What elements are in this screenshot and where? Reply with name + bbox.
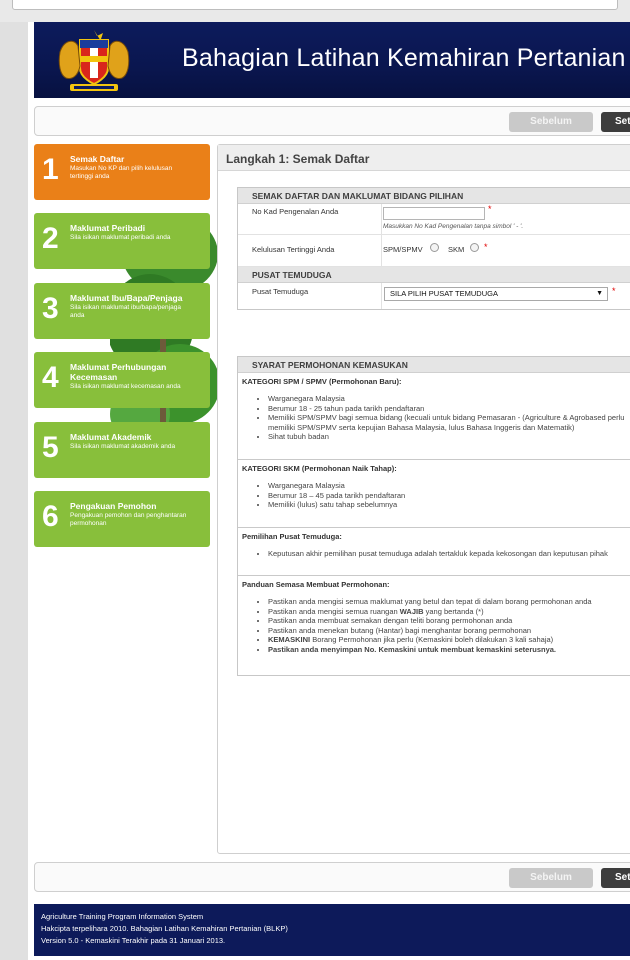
required-mark: * [488,204,492,214]
selected-option: SILA PILIH PUSAT TEMUDUGA [390,289,498,298]
list-text: Borang Permohonan jika perlu (Kemaskini … [312,635,554,644]
address-box[interactable] [12,0,618,10]
block-title: Pemilihan Pusat Temuduga: [242,532,342,541]
list-item: Warganegara Malaysia [268,481,630,491]
left-margin [0,22,28,960]
site-title: Bahagian Latihan Kemahiran Pertanian [182,44,626,72]
spm-radio[interactable] [430,243,439,252]
next-button[interactable]: Seterusnya [601,112,630,132]
step-title: Semak Daftar [70,154,125,164]
step-description: Sila isikan maklumat ibu/bapa/penjaga an… [70,304,181,319]
footer-line: Agriculture Training Program Information… [41,912,204,921]
list-item: Pastikan anda membuat semakan dengan tel… [268,616,630,626]
pusat-block: Pemilihan Pusat Temuduga: Keputusan akhi… [238,528,630,576]
skm-category-block: KATEGORI SKM (Permohonan Naik Tahap): Wa… [238,460,630,528]
list-item: Berumur 18 – 45 pada tarikh pendaftaran [268,491,630,501]
list-item: Pastikan anda mengisi semua maklumat yan… [268,597,630,607]
next-button[interactable]: Seterusnya [601,868,630,888]
step-title: Pengakuan Pemohon [70,501,157,511]
registration-form-panel: SEMAK DAFTAR DAN MAKLUMAT BIDANG PILIHAN… [237,187,630,310]
kelulusan-label: Kelulusan Tertinggi Anda [252,245,335,254]
pusat-value-cell: SILA PILIH PUSAT TEMUDUGA ▼ * [381,283,616,309]
list-item: Memiliki SPM/SPMV bagi semua bidang (kec… [268,413,630,432]
content-header: Langkah 1: Semak Daftar [218,145,630,171]
step-description: Pengakuan pemohon dan penghantaran permo… [70,512,187,527]
required-mark: * [484,242,488,252]
footer-line: Hakcipta terpelihara 2010. Bahagian Lati… [41,924,288,933]
section-heading: SEMAK DAFTAR DAN MAKLUMAT BIDANG PILIHAN [238,188,630,204]
previous-button[interactable]: Sebelum [509,868,593,888]
step-number: 3 [42,292,59,325]
page: Bahagian Latihan Kemahiran Pertanian Seb… [28,22,630,960]
required-mark: * [612,286,616,296]
step-description: Masukan No KP dan pilih kelulusan tertin… [70,165,173,180]
kelulusan-value-cell: SPM/SPMV SKM * [381,235,488,266]
pusat-row: Pusat Temuduga SILA PILIH PUSAT TEMUDUGA… [238,283,630,309]
nokp-input[interactable] [383,207,485,220]
list-item: Pastikan anda menyimpan No. Kemaskini un… [268,645,630,655]
page-title: Langkah 1: Semak Daftar [226,152,370,166]
section-heading: SYARAT PERMOHONAN KEMASUKAN [238,357,630,373]
footer-line: Version 5.0 - Kemaskini Terakhir pada 31… [41,936,226,945]
previous-button[interactable]: Sebelum [509,112,593,132]
step-title: Maklumat Perhubungan Kecemasan [70,362,167,382]
step-title: Maklumat Akademik [70,432,152,442]
browser-top-bar [0,0,630,22]
nokp-value-cell: * Masukkan No Kad Pengenalan tanpa simbo… [381,204,523,234]
step-semak-daftar[interactable]: 1 Semak Daftar Masukan No KP dan pilih k… [34,144,210,200]
step-description: Sila isikan maklumat peribadi anda [70,234,171,241]
list-item: Memiliki (lulus) satu tahap sebelumnya [268,500,630,510]
panduan-block: Panduan Semasa Membuat Permohonan: Pasti… [238,576,630,660]
coat-of-arms-icon [58,30,130,91]
step-number: 4 [42,361,59,394]
step-maklumat-akademik[interactable]: 5 Maklumat Akademik Sila isikan maklumat… [34,422,210,478]
kelulusan-row: Kelulusan Tertinggi Anda SPM/SPMV SKM * [238,235,630,267]
step-perhubungan-kecemasan[interactable]: 4 Maklumat Perhubungan Kecemasan Sila is… [34,352,210,408]
list-item: KEMASKINI Borang Permohonan jika perlu (… [268,635,630,645]
step-title: Maklumat Peribadi [70,223,146,233]
section-heading: PUSAT TEMUDUGA [238,267,630,283]
site-footer: Agriculture Training Program Information… [34,904,630,956]
pusat-temuduga-select[interactable]: SILA PILIH PUSAT TEMUDUGA ▼ [384,287,608,301]
nokp-label: No Kad Pengenalan Anda [252,207,339,216]
skm-option-label: SKM [448,245,465,254]
spm-category-block: KATEGORI SPM / SPMV (Permohonan Baru): W… [238,373,630,460]
list-item: Warganegara Malaysia [268,394,630,404]
step-maklumat-ibu-bapa[interactable]: 3 Maklumat Ibu/Bapa/Penjaga Sila isikan … [34,283,210,339]
step-maklumat-peribadi[interactable]: 2 Maklumat Peribadi Sila isikan maklumat… [34,213,210,269]
requirements-panel: SYARAT PERMOHONAN KEMASUKAN KATEGORI SPM… [237,356,630,676]
list-text-bold: KEMASKINI [268,635,311,644]
list-text-bold: WAJIB [399,606,424,616]
step-number: 1 [42,153,59,186]
step-number: 6 [42,500,59,533]
skm-radio[interactable] [470,243,479,252]
list-item: Pastikan anda menekan butang (Hantar) ba… [268,626,630,636]
step-title: Maklumat Ibu/Bapa/Penjaga [70,293,183,303]
spm-option-label: SPM/SPMV [383,245,423,254]
list-text: Pastikan anda mengisi semua ruangan [268,606,398,616]
top-nav-bar: Sebelum Seterusnya [34,106,630,136]
step-pengakuan-pemohon[interactable]: 6 Pengakuan Pemohon Pengakuan pemohon da… [34,491,210,547]
list-item: Berumur 18 - 25 tahun pada tarikh pendaf… [268,404,630,414]
nokp-row: No Kad Pengenalan Anda * Masukkan No Kad… [238,204,630,235]
list-item: Sihat tubuh badan [268,432,630,442]
list-item: Pastikan anda mengisi semua ruangan WAJI… [268,607,630,617]
main-content: Langkah 1: Semak Daftar SEMAK DAFTAR DAN… [217,144,630,854]
chevron-down-icon: ▼ [596,290,603,297]
step-number: 2 [42,222,59,255]
step-description: Sila isikan maklumat kecemasan anda [70,383,181,390]
step-number: 5 [42,431,59,464]
list-item: Keputusan akhir pemilihan pusat temuduga… [268,549,630,559]
nokp-hint: Masukkan No Kad Pengenalan tanpa simbol … [383,223,524,230]
site-header: Bahagian Latihan Kemahiran Pertanian [34,22,630,98]
list-text: yang bertanda (*) [425,606,484,616]
block-title: Panduan Semasa Membuat Permohonan: [242,580,390,589]
step-description: Sila isikan maklumat akademik anda [70,443,176,450]
block-title: KATEGORI SKM (Permohonan Naik Tahap): [242,464,397,473]
bottom-nav-bar: Sebelum Seterusnya [34,862,630,892]
pusat-label: Pusat Temuduga [252,287,309,296]
block-title: KATEGORI SPM / SPMV (Permohonan Baru): [242,377,402,386]
